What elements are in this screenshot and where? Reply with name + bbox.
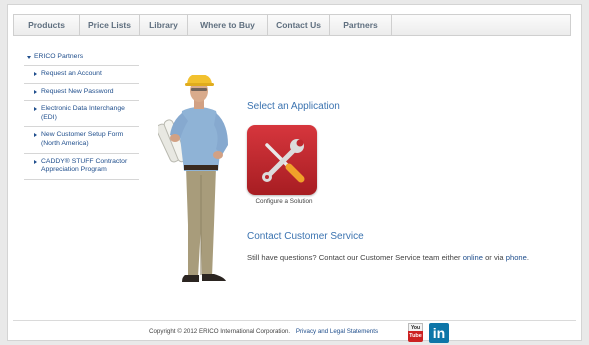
contact-text: Still have questions? Contact our Custom… bbox=[247, 253, 529, 262]
nav-price-lists[interactable]: Price Lists bbox=[80, 15, 140, 35]
triangle-down-icon bbox=[27, 55, 31, 59]
contact-service-heading: Contact Customer Service bbox=[247, 231, 364, 242]
sidebar-item-label: Electronic Data Interchange (EDI) bbox=[41, 105, 125, 122]
footer-divider bbox=[13, 320, 576, 321]
sidebar: ERICO Partners Request an Account Reques… bbox=[24, 50, 139, 180]
nav-products[interactable]: Products bbox=[14, 15, 80, 35]
contact-text-part2: or via bbox=[482, 253, 506, 262]
sidebar-heading[interactable]: ERICO Partners bbox=[24, 50, 139, 66]
sidebar-item-caddy-stuff[interactable]: CADDY® STUFF Contractor Appreciation Prog… bbox=[24, 154, 139, 180]
sidebar-item-request-account[interactable]: Request an Account bbox=[24, 66, 139, 84]
footer: Copyright © 2012 ERICO International Cor… bbox=[149, 328, 378, 335]
sidebar-item-label: CADDY® STUFF Contractor Appreciation Prog… bbox=[41, 158, 127, 175]
linkedin-icon[interactable]: in bbox=[429, 323, 449, 343]
sidebar-item-customer-setup[interactable]: New Customer Setup Form (North America) bbox=[24, 127, 139, 154]
privacy-link[interactable]: Privacy and Legal Statements bbox=[296, 328, 378, 335]
copyright-text: Copyright © 2012 ERICO International Cor… bbox=[149, 328, 291, 335]
construction-worker-image bbox=[158, 75, 228, 282]
nav-contact-us[interactable]: Contact Us bbox=[268, 15, 330, 35]
select-application-heading: Select an Application bbox=[247, 101, 340, 112]
sidebar-item-label: Request an Account bbox=[41, 70, 102, 77]
triangle-right-icon bbox=[34, 107, 37, 112]
triangle-right-icon bbox=[34, 159, 37, 164]
top-navigation: Products Price Lists Library Where to Bu… bbox=[13, 14, 571, 36]
youtube-icon[interactable]: You Tube bbox=[408, 323, 423, 342]
configure-solution-tile[interactable] bbox=[247, 125, 317, 195]
nav-library[interactable]: Library bbox=[140, 15, 188, 35]
triangle-right-icon bbox=[34, 89, 37, 94]
sidebar-item-label-line2: (North America) bbox=[41, 139, 89, 147]
sidebar-item-label-line2: (EDI) bbox=[41, 113, 57, 121]
sidebar-item-label-line1: CADDY® STUFF Contractor bbox=[41, 157, 128, 165]
triangle-right-icon bbox=[34, 72, 37, 76]
triangle-right-icon bbox=[34, 133, 37, 138]
contact-text-part3: . bbox=[526, 253, 530, 262]
sidebar-item-label: Request New Password bbox=[41, 87, 114, 95]
sidebar-item-label-line1: New Customer Setup Form bbox=[41, 131, 124, 139]
sidebar-item-label-line2: Appreciation Program bbox=[41, 166, 107, 174]
nav-partners[interactable]: Partners bbox=[330, 15, 392, 35]
contact-phone-link[interactable]: phone bbox=[506, 253, 527, 262]
sidebar-item-label: New Customer Setup Form (North America) bbox=[41, 131, 123, 148]
tools-icon bbox=[262, 139, 305, 183]
youtube-tube-text: Tube bbox=[408, 331, 423, 342]
nav-where-to-buy[interactable]: Where to Buy bbox=[188, 15, 268, 35]
sidebar-item-request-password[interactable]: Request New Password bbox=[24, 84, 139, 102]
configure-solution-caption[interactable]: Configure a Solution bbox=[244, 198, 324, 205]
contact-online-link[interactable]: online bbox=[463, 253, 483, 262]
sidebar-item-edi[interactable]: Electronic Data Interchange (EDI) bbox=[24, 101, 139, 128]
youtube-you-text: You bbox=[408, 323, 423, 331]
contact-text-part1: Still have questions? Contact our Custom… bbox=[247, 253, 463, 262]
sidebar-item-label-line1: Electronic Data Interchange bbox=[41, 105, 125, 113]
sidebar-heading-label: ERICO Partners bbox=[34, 53, 84, 60]
